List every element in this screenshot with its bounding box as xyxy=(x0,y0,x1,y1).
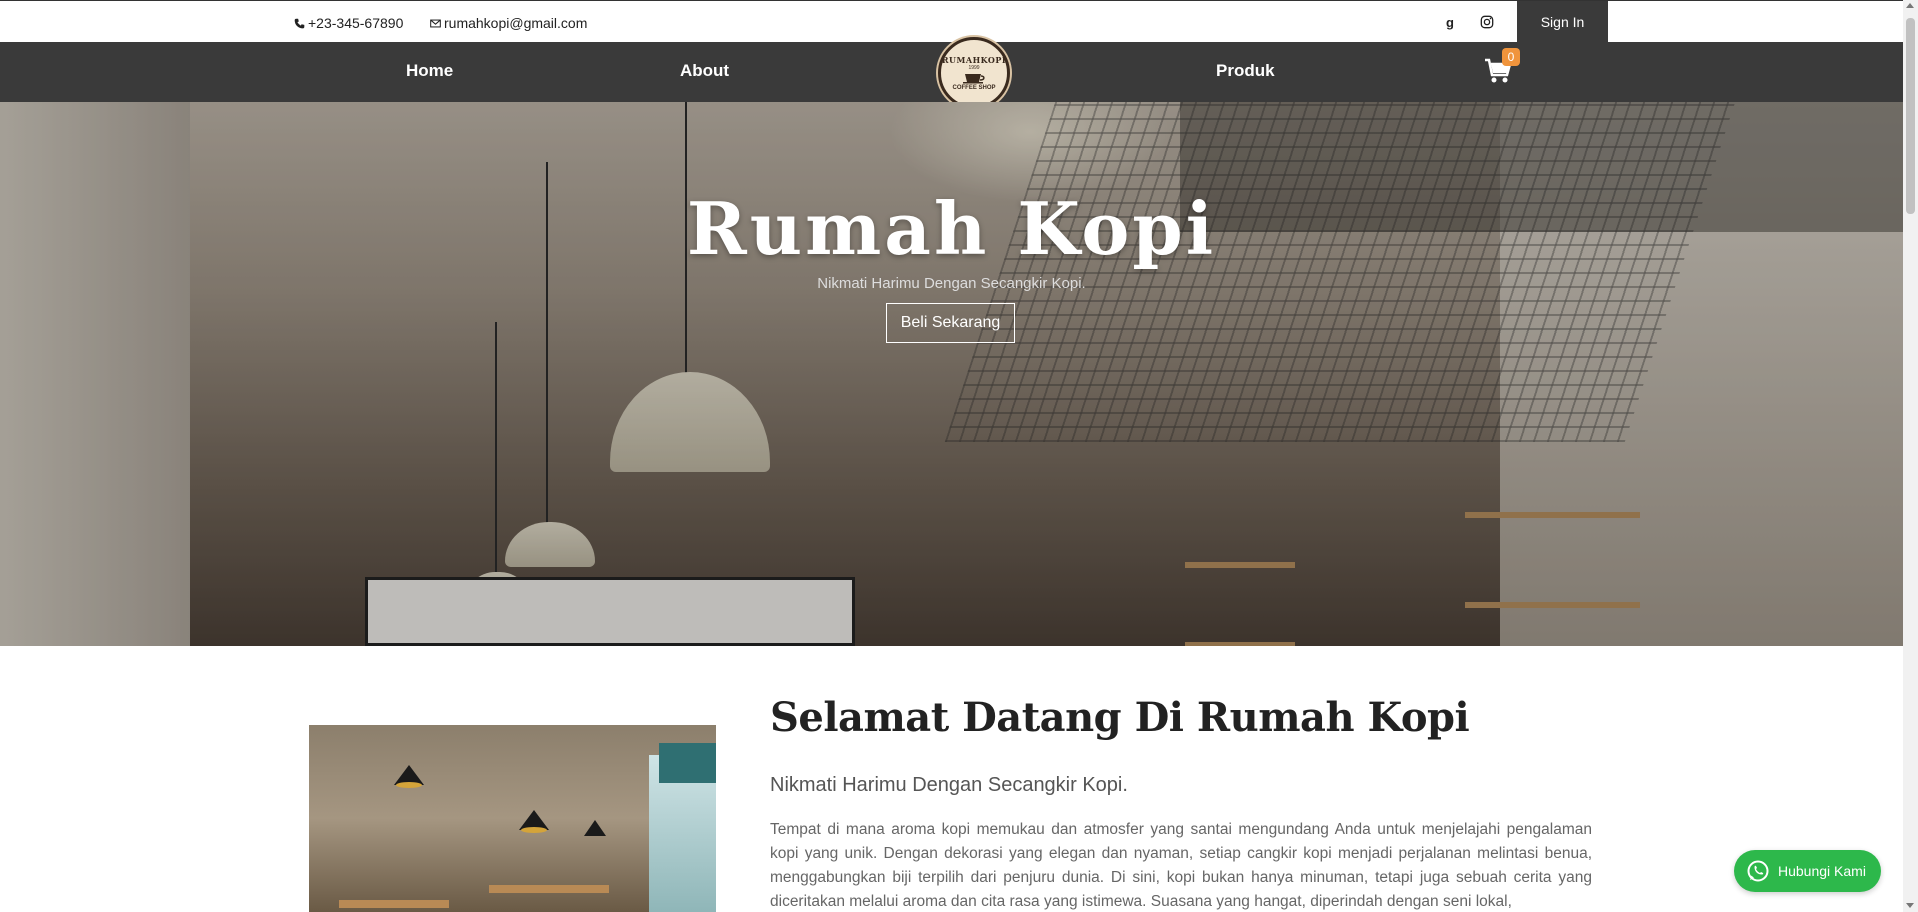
brand-logo[interactable]: RUMAHKOPI 1999 COFFEE SHOP xyxy=(938,37,1010,109)
hero-overlay xyxy=(0,102,1903,646)
google-icon[interactable]: g xyxy=(1441,13,1459,31)
nav-home[interactable]: Home xyxy=(406,61,453,81)
welcome-img-lamp-light xyxy=(396,782,422,788)
welcome-img-table xyxy=(339,900,449,908)
whatsapp-contact-button[interactable]: Hubungi Kami xyxy=(1734,850,1881,892)
welcome-image xyxy=(309,725,716,912)
nav-produk[interactable]: Produk xyxy=(1216,61,1275,81)
logo-top-text: RUMAHKOPI xyxy=(941,55,1007,65)
contact-email: rumahkopi@gmail.com xyxy=(430,15,587,31)
welcome-title: Selamat Datang Di Rumah Kopi xyxy=(770,694,1470,741)
whatsapp-label: Hubungi Kami xyxy=(1778,863,1866,879)
buy-now-button[interactable]: Beli Sekarang xyxy=(886,303,1015,343)
welcome-img-lamp-light xyxy=(521,827,547,833)
phone-text: +23-345-67890 xyxy=(308,15,404,31)
cart-count-badge: 0 xyxy=(1502,48,1520,66)
contact-phone: +23-345-67890 xyxy=(294,15,403,31)
hero-section xyxy=(0,102,1903,646)
scroll-up-arrow[interactable] xyxy=(1906,3,1914,8)
scrollbar-thumb[interactable] xyxy=(1906,18,1915,214)
instagram-icon[interactable] xyxy=(1478,13,1496,31)
welcome-img-awning xyxy=(659,743,716,783)
sign-in-button[interactable]: Sign In xyxy=(1517,1,1608,43)
email-text: rumahkopi@gmail.com xyxy=(444,15,588,31)
hero-title: Rumah Kopi xyxy=(686,186,1217,271)
whatsapp-icon xyxy=(1747,860,1769,882)
logo-bottom-text: COFFEE SHOP xyxy=(952,85,996,91)
nav-about[interactable]: About xyxy=(680,61,729,81)
welcome-img-table xyxy=(489,885,609,893)
hero-subtitle: Nikmati Harimu Dengan Secangkir Kopi. xyxy=(817,275,1086,292)
coffee-cup-icon xyxy=(963,74,985,84)
welcome-img-lamp xyxy=(584,820,606,836)
scroll-down-arrow[interactable] xyxy=(1906,903,1914,908)
welcome-paragraph: Tempat di mana aroma kopi memukau dan at… xyxy=(770,821,1592,910)
logo-year: 1999 xyxy=(968,65,980,71)
top-bar: +23-345-67890 rumahkopi@gmail.com g Sign… xyxy=(0,0,1903,43)
mail-icon xyxy=(430,19,441,27)
phone-icon xyxy=(294,18,305,28)
welcome-subtitle: Nikmati Harimu Dengan Secangkir Kopi. xyxy=(770,774,1128,796)
